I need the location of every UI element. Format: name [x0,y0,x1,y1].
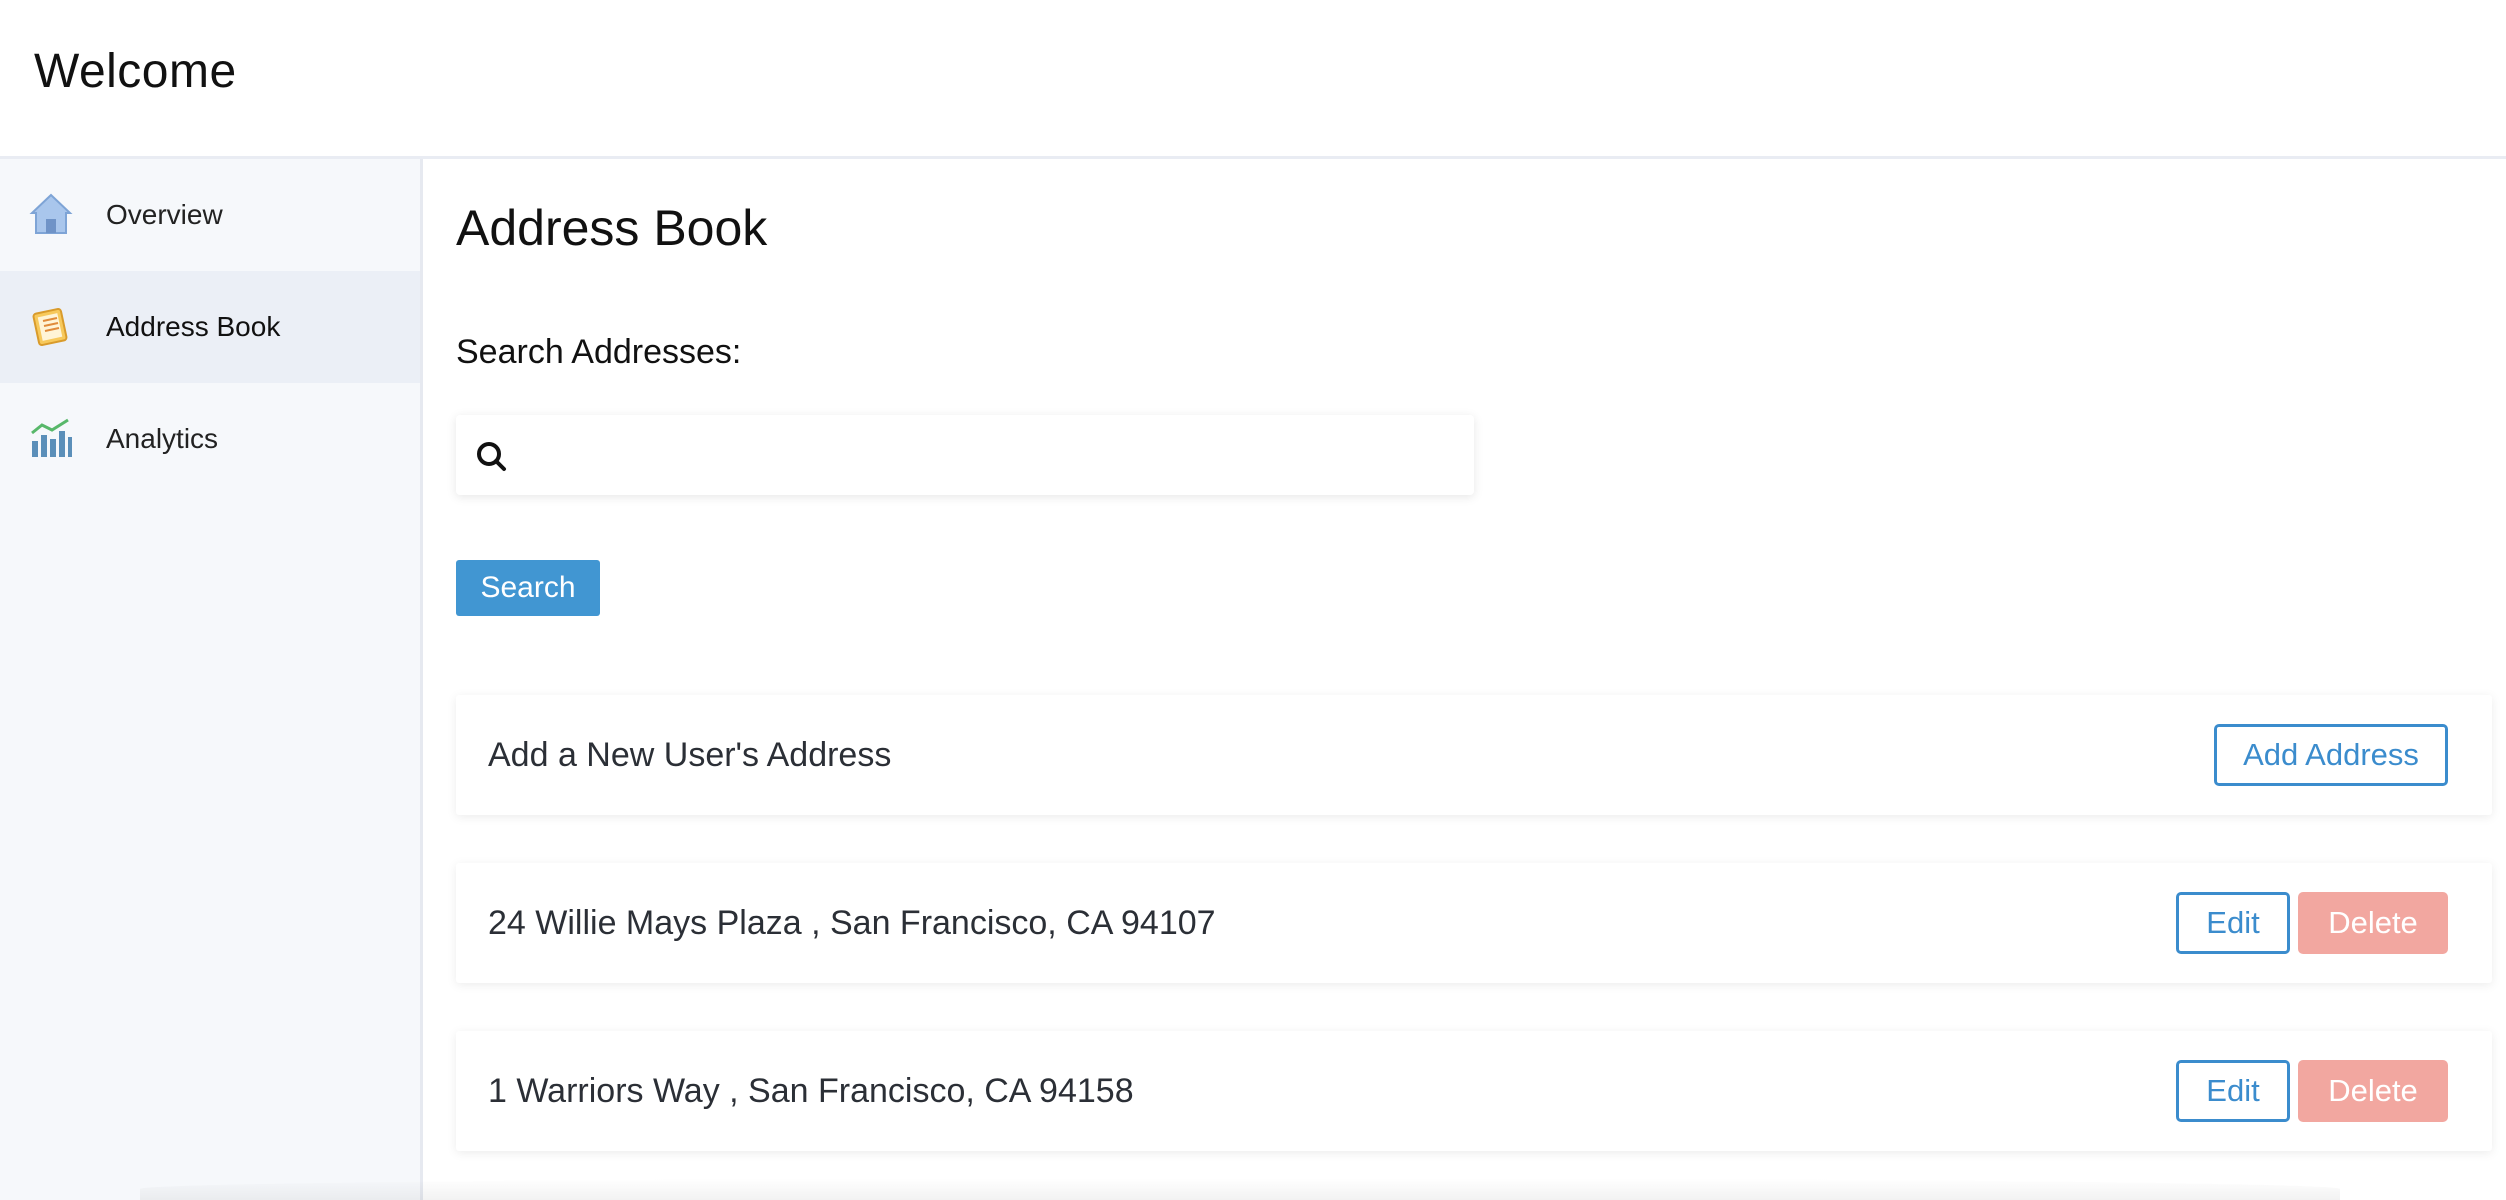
add-address-button[interactable]: Add Address [2214,724,2448,786]
sidebar-item-label: Address Book [106,311,281,342]
delete-button[interactable]: Delete [2298,892,2448,954]
edit-button[interactable]: Edit [2176,1060,2290,1122]
search-label: Search Addresses: [456,333,742,371]
add-address-card: Add a New User's Address Add Address [456,695,2492,815]
search-input[interactable] [520,425,1454,487]
edit-button[interactable]: Edit [2176,892,2290,954]
analytics-chart-icon [31,418,72,457]
sidebar-item-address-book[interactable]: Address Book [0,271,420,383]
delete-button[interactable]: Delete [2298,1060,2448,1122]
address-book-icon [32,307,68,347]
search-field [456,415,1474,495]
sidebar: Overview Address Book Analytics [0,159,423,1200]
sidebar-item-label: Analytics [106,423,219,454]
address-card: 1 Warriors Way , San Francisco, CA 94158… [456,1031,2492,1151]
sidebar-item-label: Overview [106,199,223,230]
add-address-text: Add a New User's Address [488,736,892,774]
bottom-shadow [140,1178,2340,1200]
main-content: Address Book Search Addresses: Search Ad… [456,159,2506,1200]
search-button[interactable]: Search [456,560,600,616]
house-icon [29,193,73,234]
top-header: Welcome [0,0,2506,159]
page-title: Address Book [456,200,768,256]
sidebar-item-analytics[interactable]: Analytics [0,383,420,495]
address-text: 1 Warriors Way , San Francisco, CA 94158 [488,1072,1134,1110]
search-icon [477,442,506,471]
app-title: Welcome [34,45,237,98]
address-text: 24 Willie Mays Plaza , San Francisco, CA… [488,904,1216,942]
address-card: 24 Willie Mays Plaza , San Francisco, CA… [456,863,2492,983]
sidebar-item-overview[interactable]: Overview [0,159,420,271]
